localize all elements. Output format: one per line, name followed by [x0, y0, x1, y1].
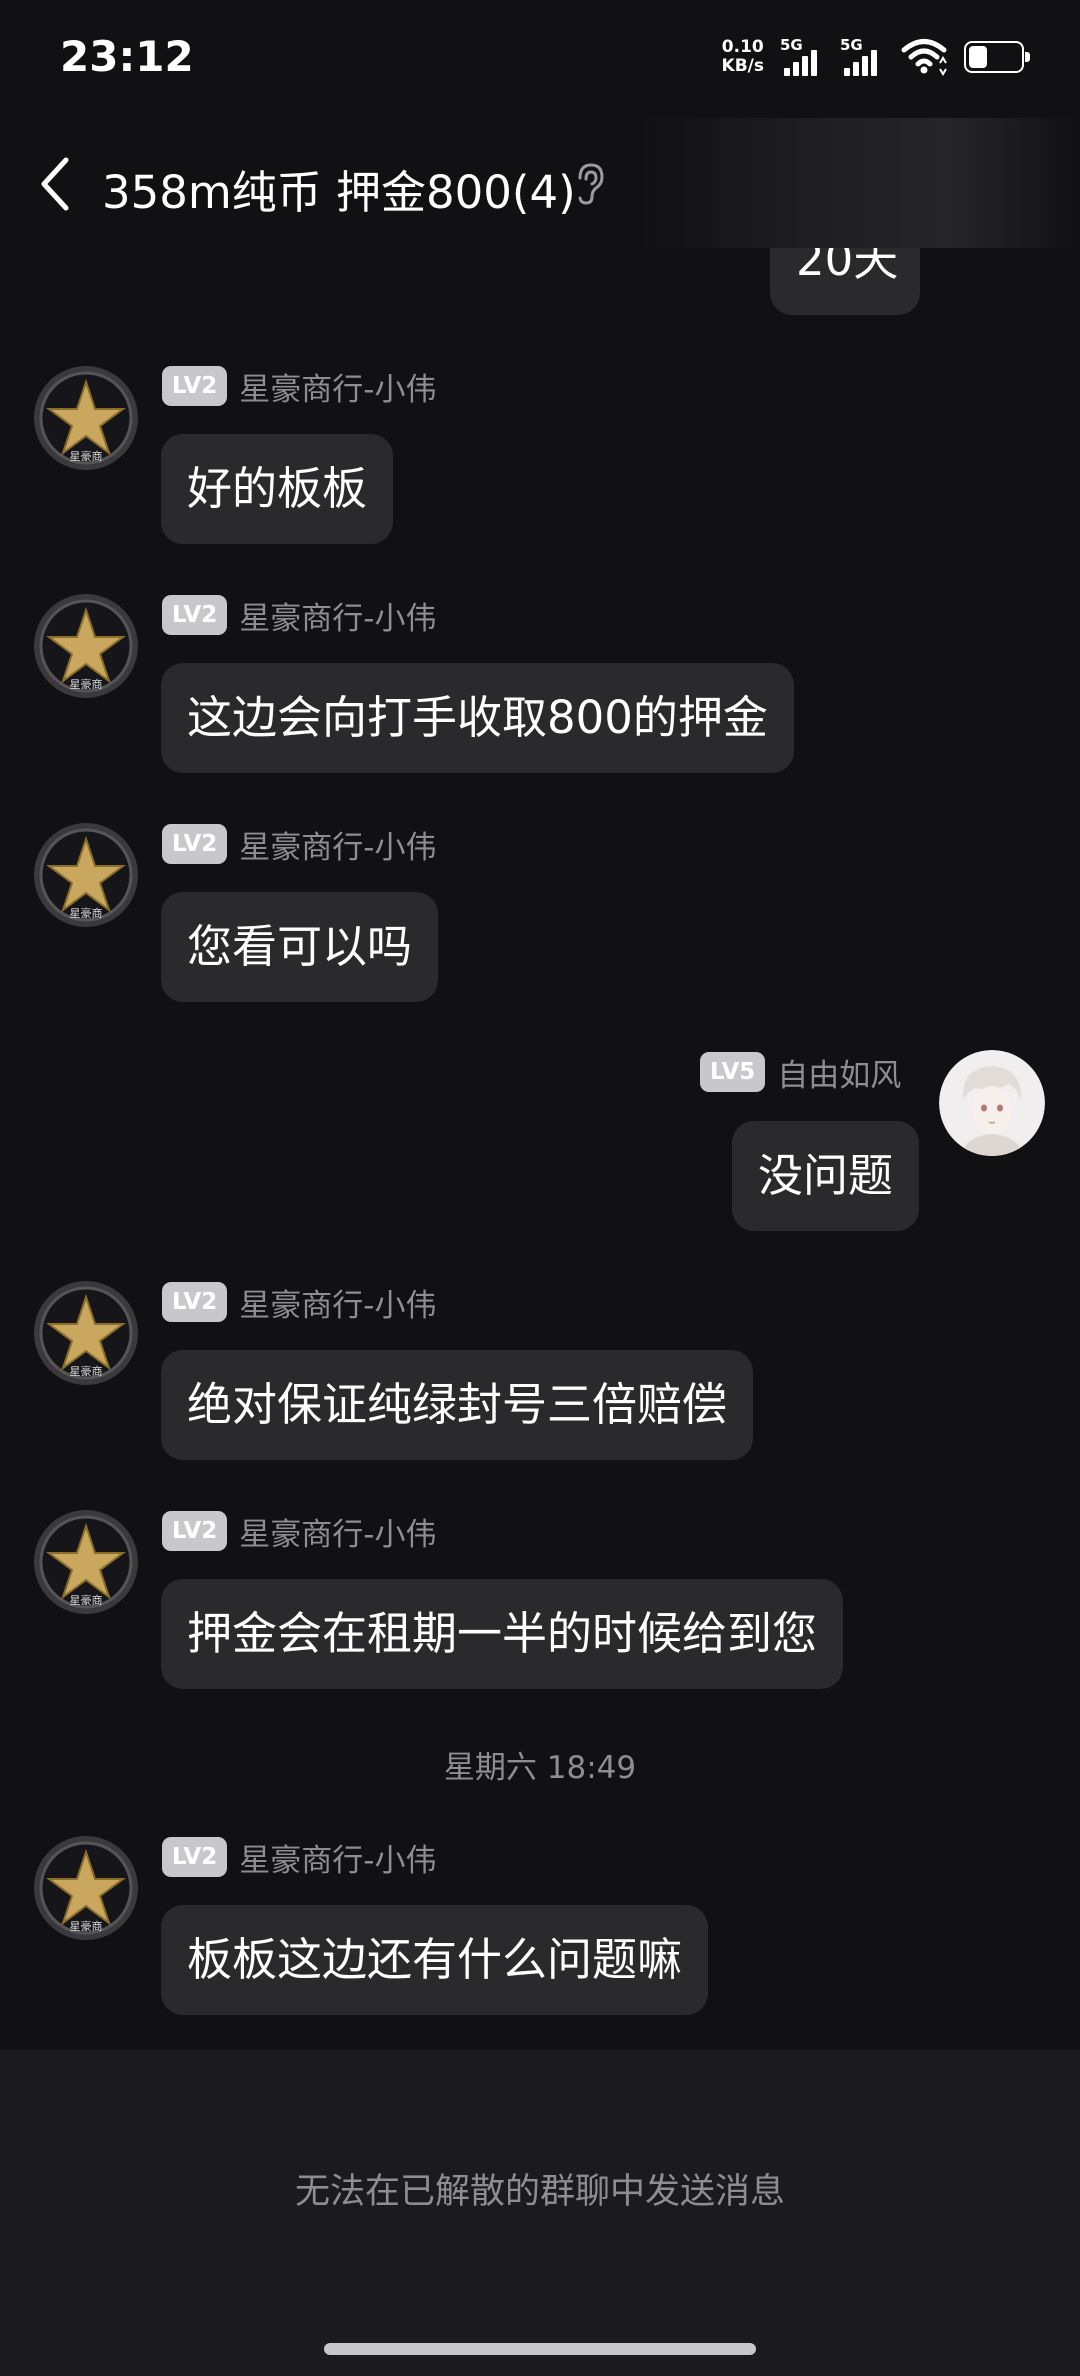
user-avatar-icon [939, 1050, 1045, 1156]
svg-text:星豪商: 星豪商 [70, 1364, 103, 1378]
avatar[interactable]: 星豪商 [33, 1835, 139, 1941]
svg-text:星豪商: 星豪商 [70, 1593, 103, 1607]
level-badge: LV2 [162, 1511, 228, 1551]
message-bubble[interactable]: 这边会向打手收取800的押金 [161, 663, 794, 773]
level-badge: LV2 [162, 1282, 228, 1322]
battery-icon [964, 41, 1030, 73]
avatar[interactable]: 星豪商 [33, 1509, 139, 1615]
avatar[interactable]: 星豪商 [33, 1280, 139, 1386]
status-time: 23:12 [60, 32, 194, 81]
sender-row: LV2 星豪商行-小伟 [162, 593, 436, 638]
sender-row: LV2 星豪商行-小伟 [162, 1280, 436, 1325]
message-bubble[interactable]: 好的板板 [161, 434, 394, 544]
avatar[interactable]: 星豪商 [33, 822, 139, 928]
star-avatar-icon: 星豪商 [34, 366, 138, 470]
sender-name[interactable]: 星豪商行-小伟 [239, 822, 436, 867]
level-badge: LV2 [162, 595, 228, 635]
sender-row: LV5 自由如风 [700, 1050, 901, 1095]
sender-name[interactable]: 星豪商行-小伟 [239, 1835, 436, 1880]
chat-title: 358m纯币 押金800(4) [102, 166, 576, 219]
signal-icon: 5G [780, 36, 824, 78]
sender-name[interactable]: 星豪商行-小伟 [239, 593, 436, 638]
message-bubble[interactable]: 您看可以吗 [161, 892, 439, 1002]
sender-name[interactable]: 星豪商行-小伟 [239, 1509, 436, 1554]
level-badge: LV2 [162, 1837, 228, 1877]
svg-text:星豪商: 星豪商 [70, 906, 103, 920]
sender-row: LV2 星豪商行-小伟 [162, 822, 436, 867]
network-speed-unit: KB/s [721, 56, 764, 76]
svg-text:星豪商: 星豪商 [70, 449, 103, 463]
sender-name[interactable]: 星豪商行-小伟 [239, 1280, 436, 1325]
level-badge: LV2 [162, 824, 228, 864]
avatar[interactable]: 星豪商 [33, 365, 139, 471]
ear-icon[interactable] [572, 162, 608, 206]
star-avatar-icon: 星豪商 [34, 1836, 138, 1940]
sender-name[interactable]: 自由如风 [777, 1050, 901, 1095]
sender-row: LV2 星豪商行-小伟 [162, 1835, 436, 1880]
wifi-icon [901, 39, 947, 76]
star-avatar-icon: 星豪商 [34, 1510, 138, 1614]
status-icons: 0.10 KB/s 5G 5G [722, 36, 1030, 78]
message-bubble[interactable]: 没问题 [732, 1121, 920, 1231]
network-speed: 0.10 KB/s [722, 38, 764, 76]
status-bar: 23:12 0.10 KB/s 5G 5G [0, 0, 1080, 118]
message-bubble[interactable]: 绝对保证纯绿封号三倍赔偿 [161, 1350, 754, 1460]
star-avatar-icon: 星豪商 [34, 1281, 138, 1385]
disabled-input-message: 无法在已解散的群聊中发送消息 [294, 2172, 785, 2212]
message-bubble[interactable]: 押金会在租期一半的时候给到您 [161, 1579, 844, 1689]
avatar[interactable]: 星豪商 [33, 593, 139, 699]
signal-icon: 5G [840, 36, 884, 78]
home-indicator[interactable] [324, 2343, 756, 2355]
sender-name[interactable]: 星豪商行-小伟 [239, 364, 436, 409]
chat-header: 358m纯币 押金800(4) [0, 118, 1080, 248]
network-speed-value: 0.10 [721, 37, 764, 57]
star-avatar-icon: 星豪商 [34, 823, 138, 927]
star-avatar-icon: 星豪商 [34, 594, 138, 698]
svg-text:星豪商: 星豪商 [70, 1919, 103, 1933]
level-badge: LV2 [162, 366, 228, 406]
message-bubble[interactable]: 板板这边还有什么问题嘛 [161, 1905, 709, 2015]
sender-row: LV2 星豪商行-小伟 [162, 1509, 436, 1554]
level-badge: LV5 [700, 1052, 766, 1092]
svg-text:星豪商: 星豪商 [70, 677, 103, 691]
timestamp: 星期六 18:49 [443, 1750, 637, 1786]
avatar[interactable] [939, 1050, 1045, 1156]
sender-row: LV2 星豪商行-小伟 [162, 364, 436, 409]
back-icon[interactable] [36, 154, 76, 214]
